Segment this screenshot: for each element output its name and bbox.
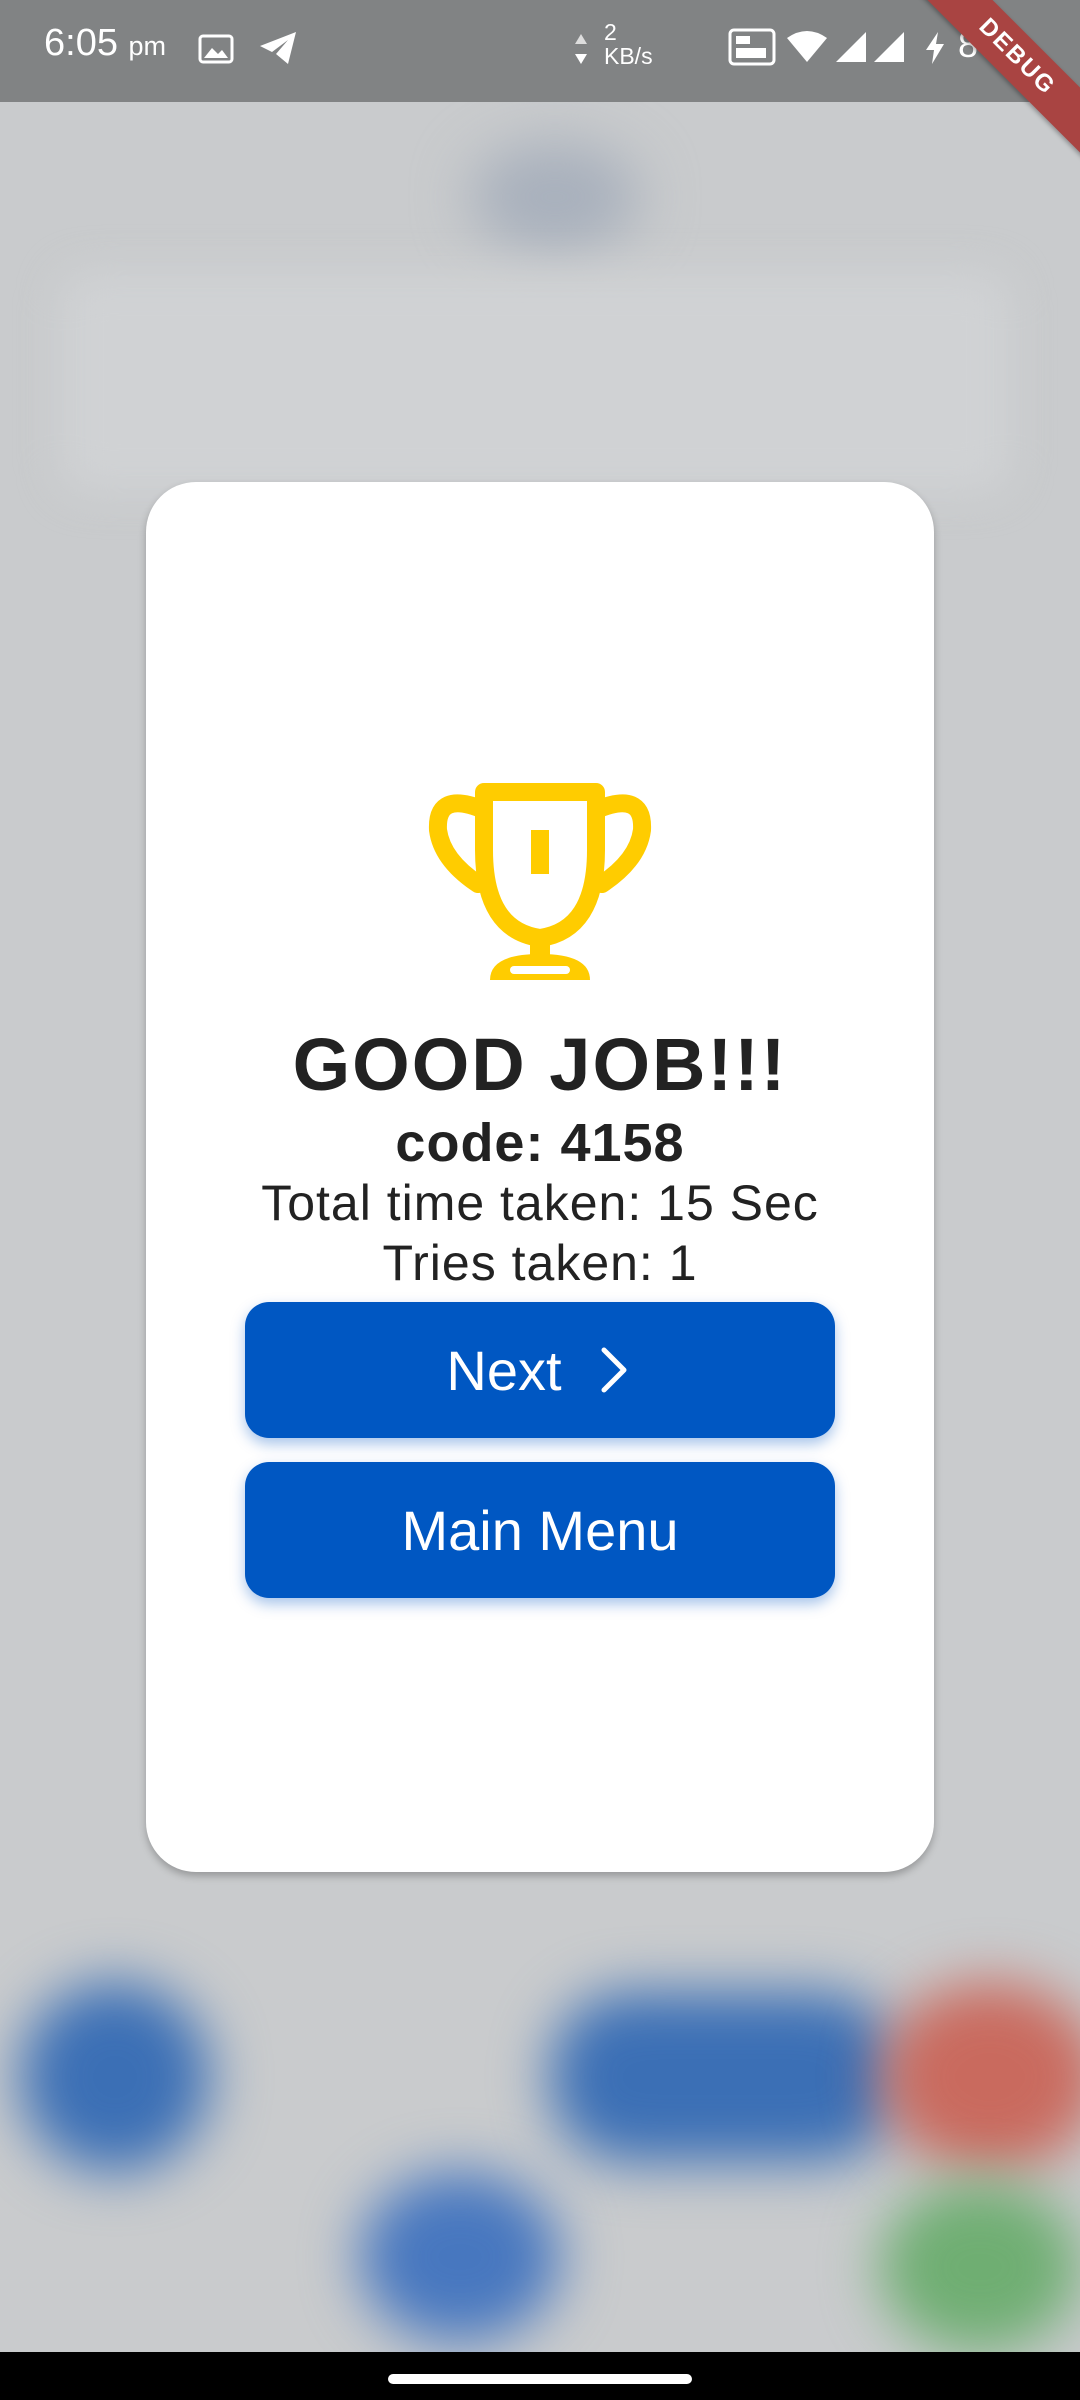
main-menu-button-label: Main Menu xyxy=(401,1498,679,1562)
next-button[interactable]: Next xyxy=(245,1302,835,1438)
background-header-shape xyxy=(470,142,640,252)
background-red-shape xyxy=(880,1982,1080,2172)
network-speed-value: 2 xyxy=(604,19,617,45)
telegram-icon xyxy=(260,32,296,64)
status-time: 6:05 pm xyxy=(44,22,166,65)
trophy-icon xyxy=(428,783,652,980)
tries-taken: Tries taken: 1 xyxy=(382,1235,698,1291)
charging-icon xyxy=(926,32,944,64)
next-button-label: Next xyxy=(446,1338,562,1402)
network-speed-unit: KB/s xyxy=(604,43,653,69)
success-dialog: GOOD JOB!!! code: 4158 Total time taken:… xyxy=(146,482,934,1872)
navigation-bar xyxy=(0,2352,1080,2400)
signal-icon xyxy=(836,32,866,62)
volte-icon xyxy=(728,28,776,66)
background-card-shape xyxy=(60,272,1010,492)
network-speed: 2 KB/s xyxy=(604,20,653,68)
status-bar: 6:05 pm 2 KB/s 87% DEBUG xyxy=(0,0,1080,162)
home-gesture-handle[interactable] xyxy=(388,2374,692,2384)
background-blue-circle-2 xyxy=(360,2172,560,2342)
data-arrows-icon xyxy=(575,34,587,64)
background-blue-pill xyxy=(550,1992,900,2162)
status-time-ampm: pm xyxy=(128,31,167,61)
background-green-shape xyxy=(880,2182,1080,2352)
time-taken: Total time taken: 15 Sec xyxy=(261,1175,819,1231)
status-time-value: 6:05 xyxy=(44,22,118,64)
background-blue-circle xyxy=(20,1982,210,2172)
gallery-icon xyxy=(198,34,234,64)
main-menu-button[interactable]: Main Menu xyxy=(245,1462,835,1598)
level-code: code: 4158 xyxy=(395,1113,685,1173)
wifi-icon xyxy=(787,31,827,62)
chevron-right-icon xyxy=(601,1347,627,1393)
signal-icon xyxy=(874,32,904,62)
result-title: GOOD JOB!!! xyxy=(292,1023,788,1106)
